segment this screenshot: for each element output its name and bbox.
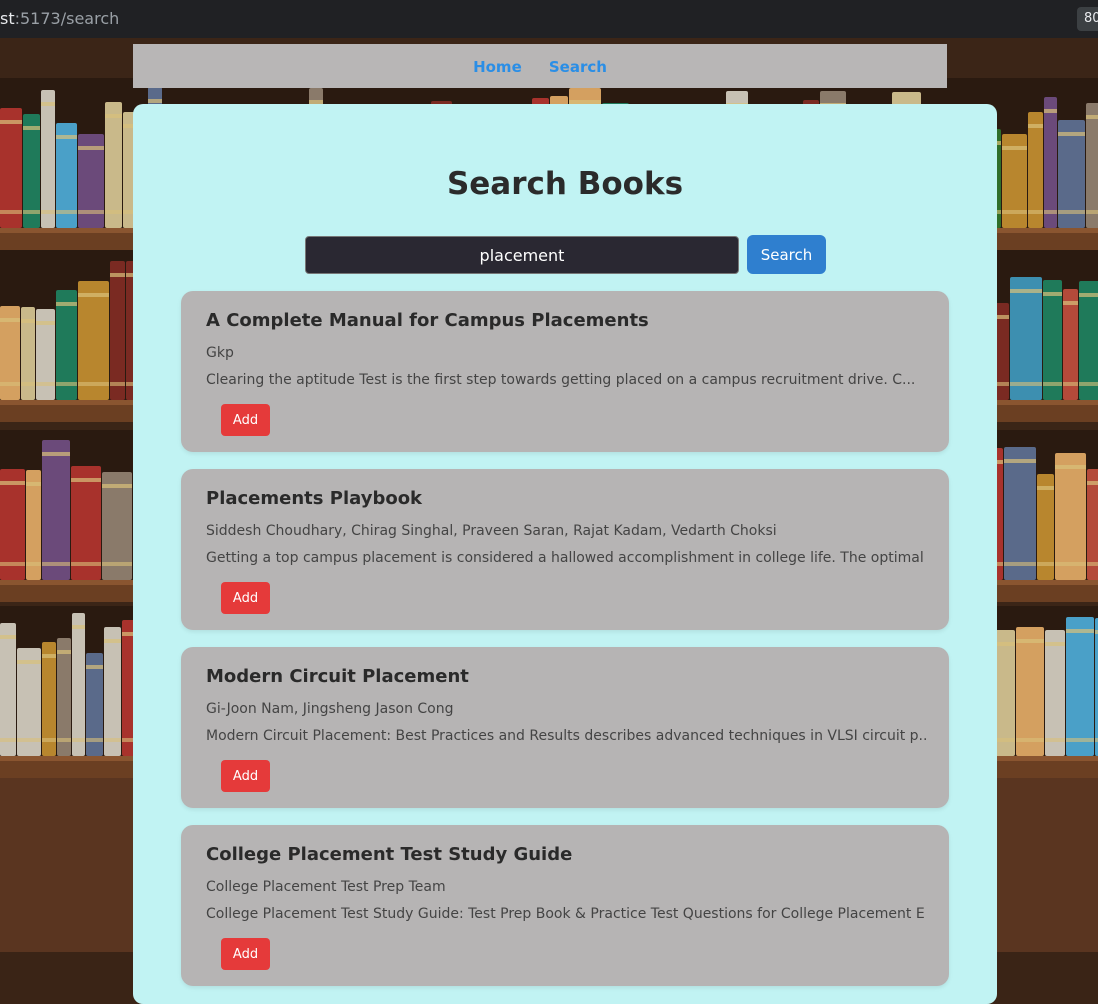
book-card: College Placement Test Study Guide Colle… [181, 825, 949, 986]
nav-search-link[interactable]: Search [549, 44, 607, 90]
search-panel: Search Books Search A Complete Manual fo… [133, 104, 997, 1004]
results-list: A Complete Manual for Campus Placements … [181, 291, 949, 1003]
nav-home-link[interactable]: Home [473, 44, 522, 90]
zoom-badge[interactable]: 80 [1077, 7, 1098, 31]
book-description: Modern Circuit Placement: Best Practices… [206, 728, 926, 744]
search-button[interactable]: Search [747, 235, 826, 274]
book-description: Getting a top campus placement is consid… [206, 550, 926, 566]
url-text[interactable]: st:5173/search [0, 9, 119, 28]
search-input[interactable] [305, 236, 739, 274]
book-title: A Complete Manual for Campus Placements [206, 310, 649, 331]
book-authors: Gi-Joon Nam, Jingsheng Jason Cong [206, 701, 454, 717]
book-description: Clearing the aptitude Test is the first … [206, 372, 916, 388]
book-authors: Siddesh Choudhary, Chirag Singhal, Prave… [206, 523, 777, 539]
add-button[interactable]: Add [221, 404, 270, 436]
book-card: Modern Circuit Placement Gi-Joon Nam, Ji… [181, 647, 949, 808]
book-description: College Placement Test Study Guide: Test… [206, 906, 926, 922]
url-host: st [0, 9, 15, 28]
book-card: A Complete Manual for Campus Placements … [181, 291, 949, 452]
url-path: :5173/search [14, 9, 120, 28]
book-title: Placements Playbook [206, 488, 423, 509]
browser-address-bar: st:5173/search 80 [0, 0, 1098, 38]
top-nav: Home Search [133, 44, 947, 88]
book-card: Placements Playbook Siddesh Choudhary, C… [181, 469, 949, 630]
add-button[interactable]: Add [221, 582, 270, 614]
add-button[interactable]: Add [221, 938, 270, 970]
add-button[interactable]: Add [221, 760, 270, 792]
book-title: College Placement Test Study Guide [206, 844, 573, 865]
book-title: Modern Circuit Placement [206, 666, 469, 687]
book-authors: Gkp [206, 345, 234, 361]
page-title: Search Books [446, 166, 684, 202]
book-authors: College Placement Test Prep Team [206, 879, 446, 895]
